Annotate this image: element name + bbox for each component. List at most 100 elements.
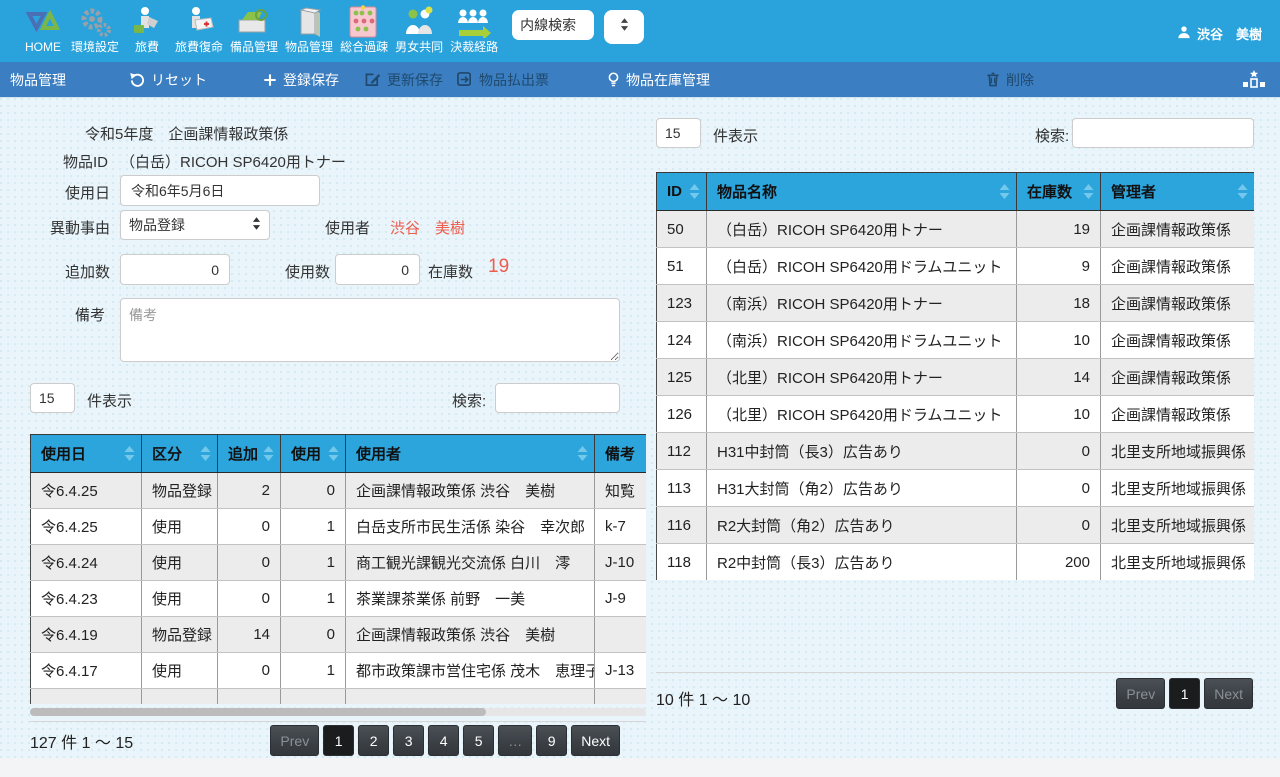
travel-report-icon <box>182 4 216 40</box>
column-header[interactable]: 使用者 <box>346 435 595 473</box>
sort-icon[interactable] <box>999 184 1010 199</box>
app-button[interactable]: HOME <box>22 4 64 54</box>
column-header-label: 管理者 <box>1111 181 1156 202</box>
column-header[interactable]: 使用 <box>281 435 346 473</box>
table-cell: 14 <box>218 617 281 653</box>
gears-icon <box>77 4 113 40</box>
horizontal-scrollbar[interactable] <box>30 708 646 716</box>
form-user-value: 渋谷 美樹 <box>390 217 465 238</box>
table-row[interactable]: 124（南浜）RICOH SP6420用ドラムユニット10企画課情報政策係 <box>657 322 1255 359</box>
page-button[interactable]: 5 <box>463 725 494 756</box>
add-count-input[interactable] <box>120 254 230 285</box>
menu-item[interactable]: 物品管理 <box>10 70 66 90</box>
table-row[interactable]: 令6.4.19物品登録140企画課情報政策係 渋谷 美樹 <box>31 617 647 653</box>
table-row[interactable]: 令6.4.24使用01商工観光課観光交流係 白川 澪J-10 <box>31 545 647 581</box>
table-row[interactable]: 令6.4.17使用01都市政策課市営住宅係 茂木 恵理子J-13 <box>31 653 647 689</box>
table-row[interactable]: 51（白岳）RICOH SP6420用ドラムユニット9企画課情報政策係 <box>657 248 1255 285</box>
table-row[interactable]: 125（北里）RICOH SP6420用トナー14企画課情報政策係 <box>657 359 1255 396</box>
table-row[interactable]: 112H31中封筒（長3）広告あり0北里支所地域振興係 <box>657 433 1255 470</box>
scrollbar-thumb[interactable] <box>30 708 486 716</box>
menu-item[interactable]: 物品在庫管理 <box>607 70 710 90</box>
table-cell: 0 <box>218 545 281 581</box>
table-cell: k-7 <box>595 509 647 545</box>
sort-icon[interactable] <box>689 184 700 199</box>
table-cell <box>218 689 281 705</box>
column-header[interactable]: 備考 <box>595 435 647 473</box>
page-button[interactable]: 9 <box>536 725 567 756</box>
people-pair-icon <box>402 4 436 40</box>
page-button[interactable]: 2 <box>358 725 389 756</box>
table-cell: 0 <box>218 653 281 689</box>
abacus-icon <box>346 4 382 40</box>
table-cell: 企画課情報政策係 <box>1101 322 1255 359</box>
page-button[interactable]: 1 <box>1169 678 1200 709</box>
app-button[interactable]: 総合過疎 <box>340 4 388 54</box>
page-button[interactable]: Next <box>571 725 620 756</box>
divider <box>656 672 1254 673</box>
table-cell: 1 <box>281 545 346 581</box>
app-button[interactable]: 男女共同 <box>395 4 443 54</box>
page-button[interactable]: 3 <box>393 725 424 756</box>
column-header[interactable]: 物品名称 <box>707 173 1017 211</box>
sort-icon[interactable] <box>577 446 588 461</box>
reason-select[interactable]: 物品登録 <box>120 210 270 240</box>
history-page-size-input[interactable] <box>30 383 75 413</box>
inventory-search-input[interactable] <box>1072 118 1254 148</box>
supplies-icon <box>293 4 325 40</box>
column-header[interactable]: ID <box>657 173 707 211</box>
column-header[interactable]: 在庫数 <box>1017 173 1101 211</box>
sort-icon[interactable] <box>263 446 274 461</box>
extension-select[interactable] <box>604 10 644 44</box>
history-search-input[interactable] <box>495 383 620 413</box>
sort-icon[interactable] <box>328 446 339 461</box>
page-button[interactable]: 1 <box>323 725 354 756</box>
table-row[interactable]: 126（北里）RICOH SP6420用ドラムユニット10企画課情報政策係 <box>657 396 1255 433</box>
column-header[interactable]: 管理者 <box>1101 173 1255 211</box>
sitemap-icon[interactable] <box>1242 69 1266 94</box>
table-cell <box>142 689 218 705</box>
table-row[interactable]: 令6.4.25物品登録20企画課情報政策係 渋谷 美樹知覧 <box>31 473 647 509</box>
table-cell: 0 <box>281 617 346 653</box>
sort-icon[interactable] <box>1237 184 1248 199</box>
table-row[interactable]: 116R2大封筒（角2）広告あり0北里支所地域振興係 <box>657 507 1255 544</box>
page-button[interactable]: 4 <box>428 725 459 756</box>
column-header[interactable]: 使用日 <box>31 435 142 473</box>
table-row[interactable] <box>31 689 647 705</box>
app-button[interactable]: 決裁経路 <box>450 4 498 54</box>
app-button[interactable]: 旅費 <box>126 4 168 54</box>
table-cell: 令6.4.24 <box>31 545 142 581</box>
table-row[interactable]: 50（白岳）RICOH SP6420用トナー19企画課情報政策係 <box>657 211 1255 248</box>
table-cell: 0 <box>1017 507 1101 544</box>
table-cell: 北里支所地域振興係 <box>1101 433 1255 470</box>
table-cell: 0 <box>218 581 281 617</box>
sort-icon[interactable] <box>124 446 135 461</box>
app-label: 旅費復命 <box>175 40 223 54</box>
app-button[interactable]: 備品管理 <box>230 4 278 54</box>
column-header[interactable]: 区分 <box>142 435 218 473</box>
table-row[interactable]: 118R2中封筒（長3）広告あり200北里支所地域振興係 <box>657 544 1255 581</box>
sort-icon[interactable] <box>1083 184 1094 199</box>
table-row[interactable]: 令6.4.25使用01白岳支所市民生活係 染谷 幸次郎k-7 <box>31 509 647 545</box>
table-row[interactable]: 113H31大封筒（角2）広告あり0北里支所地域振興係 <box>657 470 1255 507</box>
app-button[interactable]: 環境設定 <box>71 4 119 54</box>
sort-icon[interactable] <box>200 446 211 461</box>
app-button[interactable]: 物品管理 <box>285 4 333 54</box>
menu-item[interactable]: 登録保存 <box>263 70 339 90</box>
history-summary: 127 件 1 ～ 15 <box>30 729 133 753</box>
equipment-icon <box>236 4 272 40</box>
app-button[interactable]: 旅費復命 <box>175 4 223 54</box>
menu-item[interactable]: リセット <box>130 70 207 90</box>
table-cell <box>31 689 142 705</box>
column-header[interactable]: 追加 <box>218 435 281 473</box>
remarks-textarea[interactable] <box>120 298 620 362</box>
table-row[interactable]: 123（南浜）RICOH SP6420用トナー18企画課情報政策係 <box>657 285 1255 322</box>
current-user[interactable]: 渋谷 美樹 <box>1177 24 1262 43</box>
table-row[interactable]: 令6.4.23使用01茶業課茶業係 前野 一美J-9 <box>31 581 647 617</box>
use-count-input[interactable] <box>335 254 420 285</box>
app-launcher: HOME環境設定旅費旅費復命備品管理物品管理総合過疎男女共同決裁経路 <box>0 0 498 54</box>
use-date-input[interactable] <box>120 175 320 206</box>
table-cell: 19 <box>1017 211 1101 248</box>
inventory-page-size-input[interactable] <box>656 118 701 148</box>
table-cell: 0 <box>281 473 346 509</box>
extension-search-input[interactable] <box>512 10 594 40</box>
